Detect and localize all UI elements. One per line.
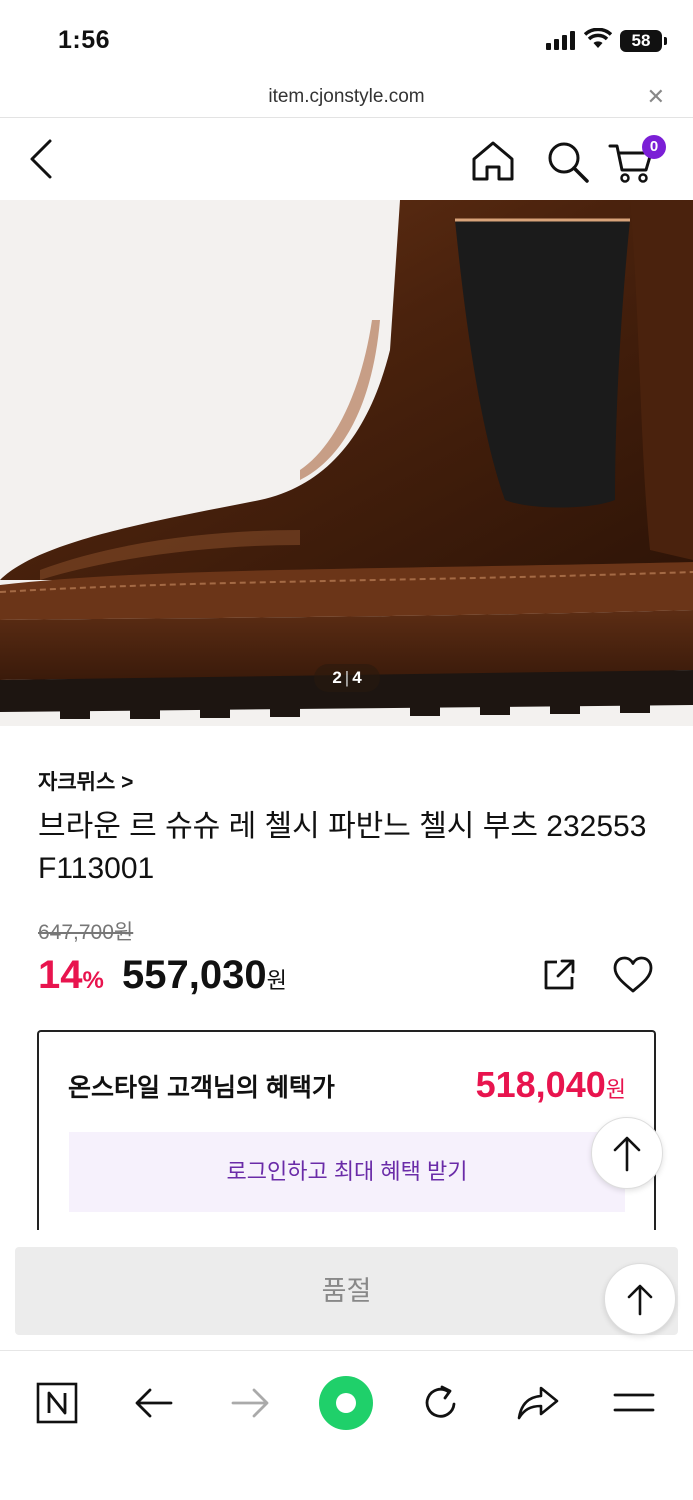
benefit-price: 518,040원 xyxy=(476,1064,626,1106)
naver-n-button[interactable] xyxy=(27,1375,87,1431)
naver-n-icon xyxy=(36,1382,78,1424)
boot-photo xyxy=(0,200,693,726)
forward-nav-button[interactable] xyxy=(220,1375,280,1431)
share-page-button[interactable] xyxy=(508,1375,568,1431)
benefit-price-value: 518,040 xyxy=(475,1064,606,1105)
benefit-label: 온스타일 고객님의 혜택가 xyxy=(68,1074,335,1102)
status-time: 1:56 xyxy=(58,26,111,54)
discount-unit: % xyxy=(82,967,104,994)
green-dot-icon xyxy=(319,1376,373,1430)
pager-separator: | xyxy=(344,668,350,687)
pager-current: 2 xyxy=(332,668,342,687)
menu-button[interactable] xyxy=(604,1375,664,1431)
brand-link[interactable]: 자크뮈스 > xyxy=(38,766,133,796)
battery-level: 58 xyxy=(620,30,662,52)
sale-price: 557,030원 xyxy=(122,953,287,998)
reload-button[interactable] xyxy=(411,1375,471,1431)
product-image[interactable] xyxy=(0,200,693,726)
benefit-price-unit: 원 xyxy=(605,1077,626,1102)
signal-icon xyxy=(546,31,575,50)
back-icon[interactable] xyxy=(26,138,56,180)
arrow-up-icon xyxy=(627,1284,653,1316)
reload-icon xyxy=(425,1385,456,1418)
cart-count-badge: 0 xyxy=(642,135,666,159)
browser-url-bar[interactable]: item.cjonstyle.com ✕ xyxy=(0,80,693,118)
discount-rate: 14% xyxy=(38,953,104,998)
home-icon[interactable] xyxy=(470,140,516,182)
original-price: 647,700원 xyxy=(38,921,134,944)
sale-price-unit: 원 xyxy=(266,968,287,993)
naver-green-dot-button[interactable] xyxy=(316,1375,376,1431)
login-benefit-button[interactable]: 로그인하고 최대 혜택 받기 xyxy=(69,1132,625,1212)
app-header xyxy=(0,118,693,200)
scroll-top-button-2[interactable] xyxy=(604,1263,676,1335)
browser-toolbar xyxy=(0,1350,693,1500)
url-text[interactable]: item.cjonstyle.com xyxy=(0,86,693,108)
close-icon[interactable]: ✕ xyxy=(647,84,665,110)
arrow-right-icon xyxy=(231,1388,269,1418)
battery-tip xyxy=(664,37,667,45)
pager-total: 4 xyxy=(352,668,362,687)
scroll-top-button[interactable] xyxy=(591,1117,663,1189)
back-nav-button[interactable] xyxy=(124,1375,184,1431)
arrow-up-icon xyxy=(613,1136,641,1172)
share-arrow-icon xyxy=(517,1386,559,1420)
search-icon[interactable] xyxy=(545,140,591,184)
status-bar: 1:56 58 xyxy=(0,0,693,80)
wifi-icon xyxy=(584,28,612,48)
gallery-pager: 2 | 4 xyxy=(314,664,380,692)
hamburger-menu-icon xyxy=(613,1393,655,1412)
product-title: 브라운 르 슈슈 레 첼시 파반느 첼시 부츠 232553 F113001 xyxy=(38,810,647,885)
arrow-left-icon xyxy=(135,1388,173,1418)
sold-out-button[interactable]: 품절 xyxy=(15,1247,678,1335)
heart-icon[interactable] xyxy=(612,956,654,994)
sale-price-value: 557,030 xyxy=(122,953,267,997)
discount-value: 14 xyxy=(38,953,83,997)
benefit-price-box: 온스타일 고객님의 혜택가 518,040원 로그인하고 최대 혜택 받기 xyxy=(37,1030,656,1260)
share-icon[interactable] xyxy=(541,957,577,993)
